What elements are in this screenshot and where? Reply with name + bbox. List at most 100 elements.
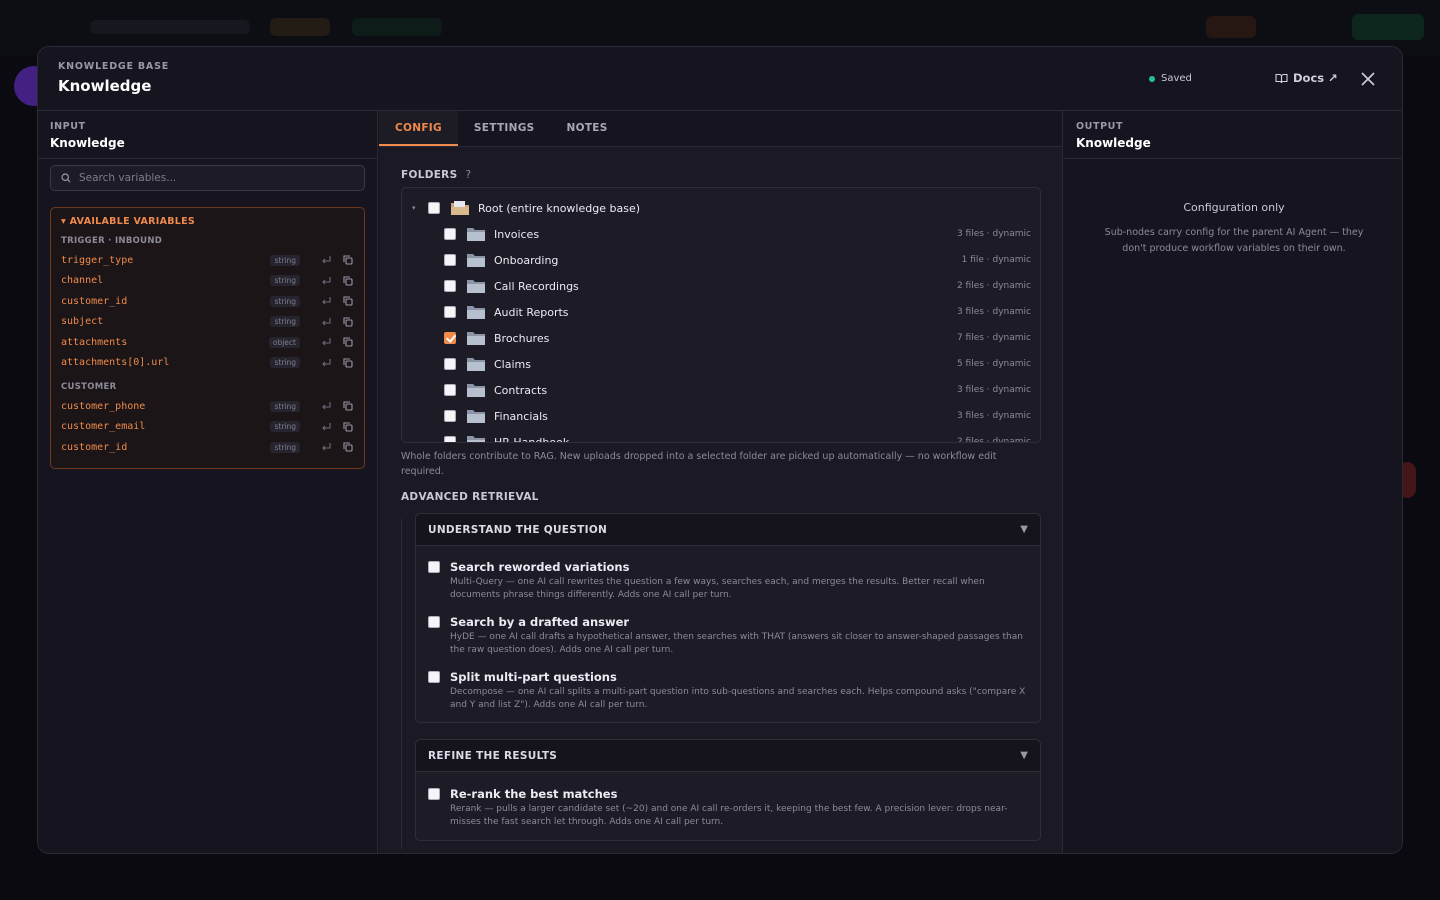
folder-row[interactable]: HR Handbook 2 files · dynamic [402, 429, 1040, 443]
input-eyebrow: INPUT [50, 121, 86, 132]
root-checkbox[interactable] [428, 202, 440, 214]
output-message: Sub-nodes carry config for the parent AI… [1104, 227, 1364, 254]
help-icon[interactable]: ? [465, 169, 471, 181]
collapse-caret-icon[interactable]: ▾ [412, 204, 428, 212]
docs-label: Docs ↗ [1293, 71, 1338, 85]
folder-checkbox[interactable] [444, 254, 456, 266]
insert-icon[interactable] [320, 421, 332, 433]
folder-icon [467, 436, 485, 442]
variable-name[interactable]: channel [61, 275, 270, 286]
folder-checkbox[interactable] [444, 332, 456, 344]
insert-icon[interactable] [320, 400, 332, 412]
folder-name: HR Handbook [494, 435, 570, 443]
option-title: Search reworded variations [450, 560, 630, 574]
variable-row[interactable]: customer_id string [61, 291, 354, 312]
folder-checkbox[interactable] [444, 384, 456, 396]
variable-name[interactable]: customer_email [61, 421, 270, 432]
refine-title: REFINE THE RESULTS [428, 749, 558, 762]
variable-name[interactable]: customer_phone [61, 401, 270, 412]
folder-row[interactable]: Brochures 7 files · dynamic [402, 325, 1040, 351]
background-button [1206, 16, 1256, 38]
copy-icon[interactable] [342, 275, 354, 287]
variable-row[interactable]: attachments[0].url string [61, 353, 354, 374]
hyde-checkbox[interactable] [428, 616, 440, 628]
folder-row[interactable]: Audit Reports 3 files · dynamic [402, 299, 1040, 325]
variables-heading[interactable]: ▾ AVAILABLE VARIABLES [61, 216, 354, 227]
variable-row[interactable]: subject string [61, 312, 354, 333]
folder-checkbox[interactable] [444, 358, 456, 370]
variable-row[interactable]: customer_phone string [61, 396, 354, 417]
folder-name: Brochures [494, 331, 550, 345]
copy-icon[interactable] [342, 421, 354, 433]
input-title: Knowledge [50, 136, 125, 150]
folder-row[interactable]: Invoices 3 files · dynamic [402, 221, 1040, 247]
decompose-checkbox[interactable] [428, 671, 440, 683]
rerank-checkbox[interactable] [428, 788, 440, 800]
chevron-down-icon: ▼ [1020, 750, 1028, 761]
copy-icon[interactable] [342, 336, 354, 348]
insert-icon[interactable] [320, 316, 332, 328]
variable-name[interactable]: trigger_type [61, 255, 270, 266]
insert-icon[interactable] [320, 275, 332, 287]
variable-name[interactable]: customer_id [61, 442, 270, 453]
copy-icon[interactable] [342, 316, 354, 328]
folder-row[interactable]: Onboarding 1 file · dynamic [402, 247, 1040, 273]
folder-name: Financials [494, 409, 548, 423]
modal-title: Knowledge [58, 77, 152, 95]
variable-row[interactable]: trigger_type string [61, 250, 354, 271]
folder-meta: 3 files · dynamic [956, 307, 1031, 317]
variable-row[interactable]: attachments object [61, 332, 354, 353]
folder-row[interactable]: Claims 5 files · dynamic [402, 351, 1040, 377]
multi-query-checkbox[interactable] [428, 561, 440, 573]
copy-icon[interactable] [342, 400, 354, 412]
copy-icon[interactable] [342, 254, 354, 266]
folder-meta: 2 files · dynamic [956, 281, 1031, 291]
tab-config[interactable]: CONFIG [379, 111, 458, 146]
variable-row[interactable]: customer_id string [61, 437, 354, 458]
insert-icon[interactable] [320, 357, 332, 369]
section-rail [401, 519, 402, 849]
variable-name[interactable]: subject [61, 316, 270, 327]
insert-icon[interactable] [320, 295, 332, 307]
folder-meta: 1 file · dynamic [961, 255, 1031, 265]
folders-label: FOLDERS? [401, 169, 471, 181]
folder-checkbox[interactable] [444, 306, 456, 318]
refine-header[interactable]: REFINE THE RESULTS ▼ [416, 740, 1040, 772]
variable-type: string [270, 275, 300, 287]
folder-checkbox[interactable] [444, 228, 456, 240]
folder-checkbox[interactable] [444, 280, 456, 292]
search-input[interactable] [79, 172, 349, 184]
understand-header[interactable]: UNDERSTAND THE QUESTION ▼ [416, 514, 1040, 546]
output-message-title: Configuration only [1183, 201, 1285, 214]
close-icon[interactable] [1358, 69, 1378, 89]
input-header: INPUT Knowledge [38, 111, 377, 159]
variable-name[interactable]: customer_id [61, 296, 270, 307]
docs-link[interactable]: Docs ↗ [1275, 71, 1338, 85]
insert-icon[interactable] [320, 441, 332, 453]
folder-row[interactable]: Call Recordings 2 files · dynamic [402, 273, 1040, 299]
tab-notes[interactable]: NOTES [551, 111, 624, 146]
folder-meta: 3 files · dynamic [956, 385, 1031, 395]
copy-icon[interactable] [342, 357, 354, 369]
folder-icon [467, 384, 485, 397]
folder-meta: 3 files · dynamic [956, 411, 1031, 421]
variable-row[interactable]: channel string [61, 271, 354, 292]
copy-icon[interactable] [342, 295, 354, 307]
variable-name[interactable]: attachments[0].url [61, 357, 270, 368]
variable-row[interactable]: customer_email string [61, 417, 354, 438]
folders-note: Whole folders contribute to RAG. New upl… [401, 451, 997, 477]
folder-row[interactable]: Contracts 3 files · dynamic [402, 377, 1040, 403]
saved-dot-icon [1149, 75, 1155, 82]
tab-settings[interactable]: SETTINGS [458, 111, 551, 146]
insert-icon[interactable] [320, 336, 332, 348]
folder-checkbox[interactable] [444, 410, 456, 422]
available-variables: ▾ AVAILABLE VARIABLES TRIGGER · INBOUND t… [50, 207, 365, 469]
folder-checkbox[interactable] [444, 436, 456, 442]
variable-type: object [268, 336, 300, 348]
insert-icon[interactable] [320, 254, 332, 266]
saved-status: Saved [1149, 73, 1192, 84]
variable-type: string [270, 254, 300, 266]
variable-name[interactable]: attachments [61, 337, 269, 348]
folder-row[interactable]: Financials 3 files · dynamic [402, 403, 1040, 429]
copy-icon[interactable] [342, 441, 354, 453]
